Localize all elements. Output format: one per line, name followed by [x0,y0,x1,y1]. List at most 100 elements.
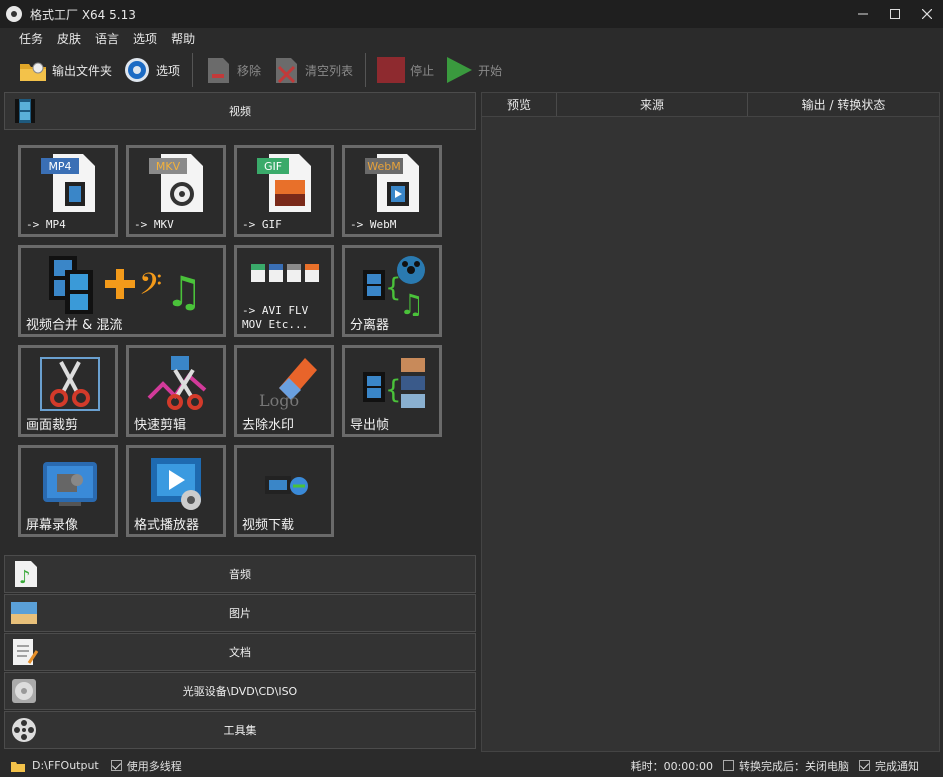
tile-label-line1: -> AVI FLV [242,304,309,317]
options-button[interactable]: 选项 [118,52,184,88]
task-list[interactable]: 预览 来源 输出 / 转换状态 [481,92,940,752]
tile-video-merge[interactable]: 𝄢 ♫ 视频合并 & 混流 [18,245,226,337]
tile-label: 格式播放器 [134,518,200,533]
category-document[interactable]: 文档 [4,633,476,671]
remove-icon [208,58,230,83]
tile-to-mp4[interactable]: MP4 -> MP4 [18,145,118,237]
tile-label: -> MP4 [26,218,66,231]
screen-record-icon [43,462,97,506]
svg-text:♫: ♫ [165,267,203,316]
tile-label: 视频合并 & 混流 [26,318,123,333]
tile-splitter[interactable]: { ♫ 分离器 [342,245,442,337]
remove-label: 移除 [237,63,262,78]
gear-icon [125,58,150,82]
tile-quick-cut[interactable]: 快速剪辑 [126,345,226,437]
film-reel-icon [12,718,36,742]
mkv-file-icon: MKV [149,154,203,212]
tile-video-download[interactable]: 视频下载 [234,445,334,537]
notify-option[interactable]: 完成通知 [859,758,919,774]
column-source[interactable]: 来源 [557,93,748,116]
tile-label: 视频下载 [242,518,295,533]
menu-task[interactable]: 任务 [12,30,50,47]
notify-checkbox[interactable] [859,760,870,771]
category-audio-label: 音频 [229,568,251,581]
options-label: 选项 [156,63,181,78]
category-rom-device[interactable]: 光驱设备\DVD\CD\ISO [4,672,476,710]
window-title: 格式工厂 X64 5.13 [30,7,136,22]
eraser-icon: Logo [259,358,317,410]
category-image[interactable]: 图片 [4,594,476,632]
category-audio[interactable]: ♪ 音频 [4,555,476,593]
remove-button[interactable]: 移除 [199,52,265,88]
close-icon [922,9,932,19]
minimize-button[interactable] [847,0,879,28]
webm-file-icon: WebM [365,154,419,212]
svg-text:♫: ♫ [399,288,424,316]
mkv-badge: MKV [156,160,181,173]
webm-badge: WebM [367,160,400,173]
menu-help[interactable]: 帮助 [164,30,202,47]
tile-to-webm[interactable]: WebM -> WebM [342,145,442,237]
tile-crop[interactable]: 画面裁剪 [18,345,118,437]
stop-icon [377,57,406,83]
minimize-icon [858,13,868,15]
gif-badge: GIF [264,160,282,173]
menu-options[interactable]: 选项 [126,30,164,47]
menu-language[interactable]: 语言 [88,30,126,47]
format-files-icon [251,264,319,282]
category-tools[interactable]: 工具集 [4,711,476,749]
output-path[interactable]: D:\FFOutput [32,759,99,772]
toolbar-separator [192,53,194,87]
mp4-badge: MP4 [48,160,71,173]
tile-label: -> GIF [242,218,282,231]
output-folder-button[interactable]: 输出文件夹 [14,52,116,88]
tile-format-player[interactable]: 格式播放器 [126,445,226,537]
multithread-checkbox[interactable] [110,760,122,771]
output-folder-icon [11,761,25,772]
maximize-icon [890,9,900,19]
after-convert-checkbox[interactable] [723,760,734,771]
clear-list-label: 清空列表 [305,63,354,78]
tile-label: -> WebM [350,218,397,231]
tile-to-mkv[interactable]: MKV -> MKV [126,145,226,237]
start-button[interactable]: 开始 [440,52,506,88]
play-icon [447,57,473,83]
app-icon [6,6,22,22]
video-download-icon [265,476,308,495]
merge-icon: 𝄢 ♫ [49,256,203,316]
multithread-option[interactable]: 使用多线程 [110,758,182,774]
column-preview[interactable]: 预览 [482,93,557,116]
multithread-label: 使用多线程 [126,759,182,773]
tile-remove-watermark[interactable]: Logo 去除水印 [234,345,334,437]
task-list-header: 预览 来源 输出 / 转换状态 [482,93,939,117]
maximize-button[interactable] [879,0,911,28]
splitter-icon: { ♫ [363,256,425,316]
svg-text:{: { [385,375,402,405]
after-convert-label: 转换完成后：关闭电脑 [739,759,849,773]
clear-list-button[interactable]: 清空列表 [267,52,357,88]
menu-skin[interactable]: 皮肤 [50,30,88,47]
after-convert-option[interactable]: 转换完成后：关闭电脑 [723,758,849,774]
mp4-file-icon: MP4 [41,154,95,212]
column-output-status[interactable]: 输出 / 转换状态 [748,93,939,116]
category-tools-label: 工具集 [223,724,257,737]
category-document-label: 文档 [229,646,251,659]
tile-screen-record[interactable]: 屏幕录像 [18,445,118,537]
clear-list-icon [276,58,298,84]
close-button[interactable] [911,0,943,28]
toolbar-separator [365,53,367,87]
tile-label: 画面裁剪 [26,418,79,433]
tile-to-gif[interactable]: GIF -> GIF [234,145,334,237]
audio-icon: ♪ [15,561,37,588]
tile-export-frames[interactable]: { 导出帧 [342,345,442,437]
elapsed-time: 耗时：00:00:00 [630,759,713,773]
title-bar: 格式工厂 X64 5.13 [0,0,943,28]
category-rom-label: 光驱设备\DVD\CD\ISO [182,685,298,698]
tile-other-formats[interactable]: -> AVI FLV MOV Etc... [234,245,334,337]
category-video[interactable]: 视频 [4,92,476,130]
tile-label: 屏幕录像 [26,518,79,533]
stop-button[interactable]: 停止 [372,52,438,88]
tile-label: -> MKV [134,218,174,231]
document-icon [13,639,39,665]
player-icon [151,458,201,510]
